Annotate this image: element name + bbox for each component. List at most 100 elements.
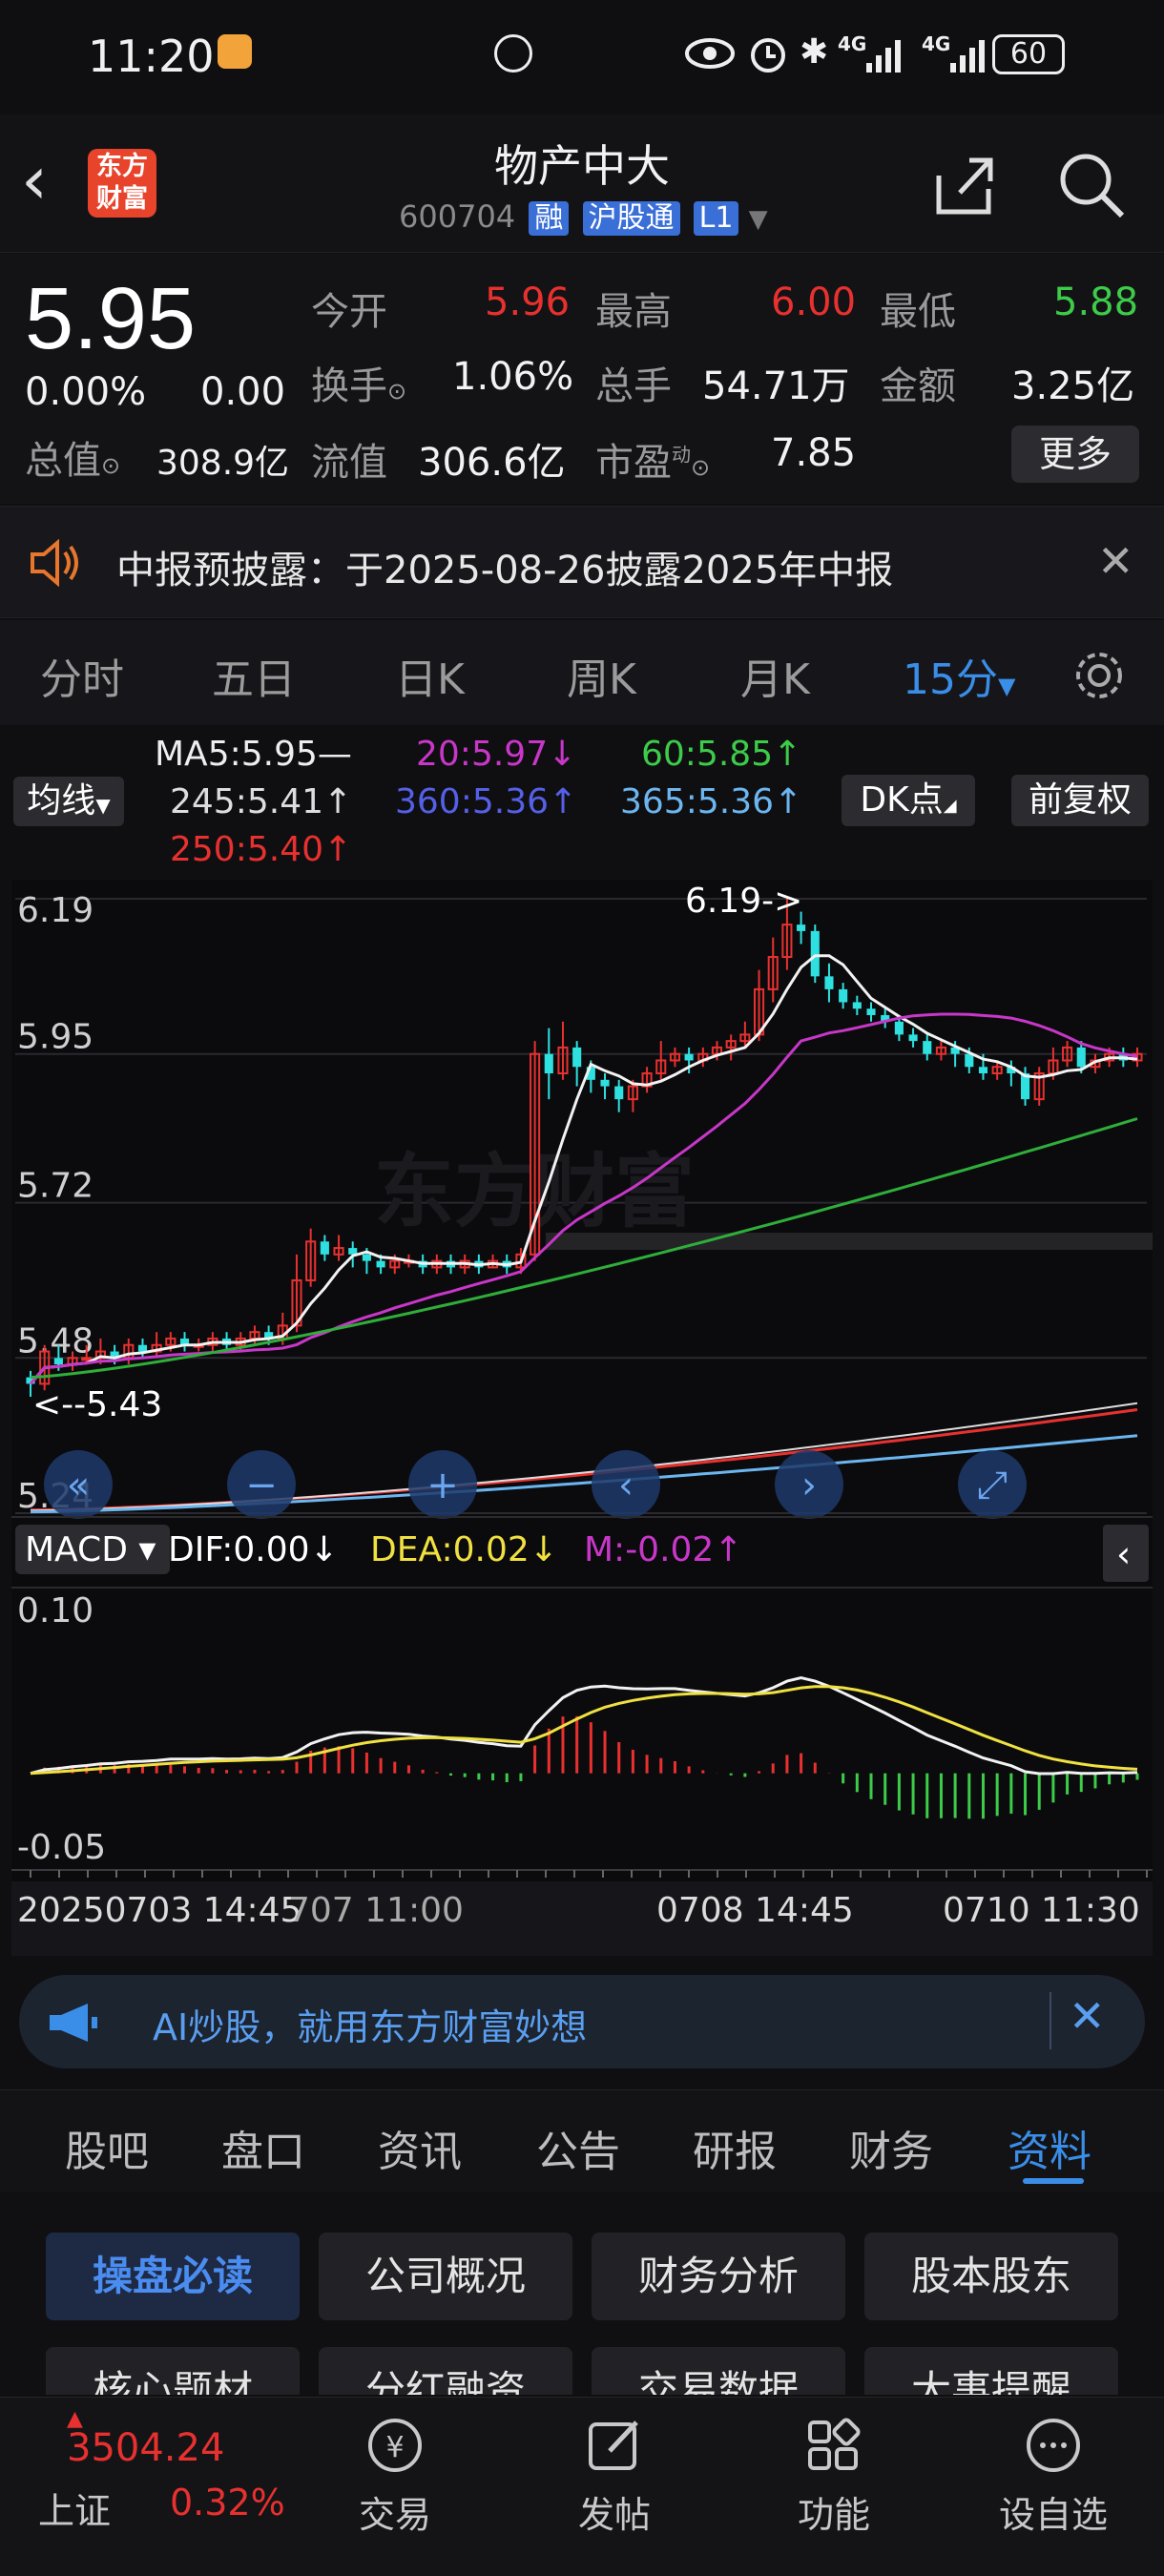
- expand-icon[interactable]: ⤢: [958, 1450, 1027, 1519]
- kline-svg[interactable]: 6.195.955.725.485.24东方财富6.19-><--5.43«−+…: [11, 880, 1153, 1956]
- low-annotation: <--5.43: [32, 1385, 162, 1424]
- ai-banner-text: AI炒股，就用东方财富妙想: [153, 2006, 588, 2048]
- candle-body: [978, 1067, 988, 1074]
- up-arrow-icon: ▲: [67, 2407, 83, 2431]
- candle-body: [923, 1041, 932, 1054]
- candle-body: [824, 976, 834, 989]
- control-glyph: −: [245, 1464, 278, 1507]
- zoom-out-icon[interactable]: −: [227, 1450, 296, 1519]
- shortcut-shareholders[interactable]: 股本股东: [864, 2233, 1118, 2320]
- bluetooth-icon: ✱: [800, 32, 829, 72]
- index-name[interactable]: 上证: [38, 2482, 111, 2534]
- shortcut-dividends[interactable]: 分红融资: [319, 2347, 572, 2395]
- tab-daily[interactable]: 日K: [395, 645, 465, 706]
- y-tick-label: 6.19: [17, 891, 94, 930]
- eye-icon: [685, 38, 735, 69]
- alarm-icon: [751, 38, 785, 73]
- app-notification-icon: [218, 34, 252, 69]
- stock-code: 600704: [399, 198, 516, 235]
- close-icon[interactable]: ✕: [1069, 1990, 1106, 2042]
- low-value: 5.88: [1053, 280, 1139, 324]
- megaphone-icon: [50, 2004, 97, 2042]
- candle-body: [684, 1053, 694, 1061]
- gear-icon[interactable]: [1070, 647, 1128, 704]
- price-band: [546, 1233, 1153, 1250]
- tab-5day[interactable]: 五日: [212, 645, 296, 706]
- shortcut-company-overview[interactable]: 公司概况: [319, 2233, 572, 2320]
- volume-label: 总手: [595, 364, 672, 408]
- network-4g-icon-2: 4G: [922, 32, 951, 55]
- index-value[interactable]: 3504.24: [67, 2426, 224, 2470]
- tab-guba[interactable]: 股吧: [65, 2117, 149, 2178]
- nav-functions[interactable]: 功能: [758, 2415, 910, 2538]
- adjust-button[interactable]: 前复权: [1011, 775, 1149, 826]
- nav-post[interactable]: 发帖: [538, 2415, 691, 2538]
- pe-value: 7.85: [771, 431, 857, 475]
- tab-finance[interactable]: 财务: [849, 2117, 933, 2178]
- chevron-down-icon[interactable]: ▼: [749, 205, 768, 234]
- macd-selector-label: MACD ▾: [25, 1530, 156, 1569]
- candle-body: [362, 1254, 371, 1261]
- candle-body: [810, 930, 820, 977]
- candle-body: [797, 924, 806, 931]
- tab-pankou[interactable]: 盘口: [221, 2117, 305, 2178]
- candle-body: [866, 1008, 876, 1016]
- change-pct: 0.00%: [25, 370, 147, 414]
- tab-weekly[interactable]: 周K: [567, 645, 636, 706]
- high-value: 6.00: [771, 280, 857, 324]
- tab-monthly[interactable]: 月K: [740, 645, 810, 706]
- zoom-in-icon[interactable]: +: [408, 1450, 477, 1519]
- tab-announcements[interactable]: 公告: [536, 2117, 620, 2178]
- candle-body: [965, 1053, 974, 1068]
- close-icon[interactable]: ✕: [1097, 535, 1134, 587]
- shortcut-trade-data[interactable]: 交易数据: [592, 2347, 845, 2395]
- network-4g-icon: 4G: [838, 32, 867, 55]
- ma360-text: 360:5.36↑: [395, 782, 578, 821]
- chevron-left-icon: ‹: [1116, 1533, 1131, 1575]
- stock-header: ‹ 东方 财富 物产中大 600704 融 沪股通 L1 ▼: [0, 114, 1164, 253]
- share-icon[interactable]: [925, 147, 1002, 223]
- next-icon[interactable]: ›: [775, 1450, 843, 1519]
- dk-point-button[interactable]: DK点◢: [842, 775, 975, 826]
- profile-shortcuts: 操盘必读 公司概况 财务分析 股本股东 核心题材 分红融资 交易数据 大事提醒: [0, 2194, 1164, 2395]
- candle-body: [839, 988, 848, 1003]
- chart-background: [11, 880, 1153, 1956]
- candle-body: [600, 1079, 610, 1087]
- open-value: 5.96: [485, 280, 571, 324]
- shortcut-trading-must-read[interactable]: 操盘必读: [46, 2233, 300, 2320]
- signal-icon-2: [950, 40, 985, 73]
- nav-trade[interactable]: ¥ 交易: [319, 2415, 471, 2538]
- index-change-pct[interactable]: 0.32%: [170, 2482, 285, 2524]
- rewind-icon[interactable]: «: [44, 1450, 113, 1519]
- quote-panel: 5.95 0.00% 0.00 总值⊙ 308.9亿 今开 5.96 最高 6.…: [0, 254, 1164, 504]
- candle-body: [544, 1053, 553, 1074]
- dea-text: DEA:0.02↓: [370, 1530, 558, 1569]
- last-price: 5.95: [25, 270, 197, 367]
- tab-intraday[interactable]: 分时: [40, 645, 124, 706]
- x-tick-label: 707 11:00: [288, 1891, 464, 1930]
- candle-body: [572, 1047, 582, 1068]
- yen-coin-icon: ¥: [368, 2419, 422, 2472]
- prev-icon[interactable]: ‹: [592, 1450, 660, 1519]
- tab-research[interactable]: 研报: [693, 2117, 777, 2178]
- tab-profile[interactable]: 资料: [1008, 2117, 1091, 2178]
- shortcut-events[interactable]: 大事提醒: [864, 2347, 1118, 2395]
- ai-banner[interactable]: AI炒股，就用东方财富妙想 ✕: [19, 1975, 1145, 2068]
- notice-bar[interactable]: 中报预披露：于2025-08-26披露2025年中报 ✕: [0, 506, 1164, 618]
- more-button[interactable]: 更多: [1011, 426, 1139, 483]
- ma-selector[interactable]: 均线▼: [13, 777, 124, 826]
- pe-label: 市盈动⊙: [595, 441, 711, 485]
- shortcut-core-themes[interactable]: 核心题材: [46, 2347, 300, 2395]
- dif-text: DIF:0.00↓: [168, 1530, 339, 1569]
- x-tick-label: 0710 11:30: [943, 1891, 1140, 1930]
- tab-15min[interactable]: 15分▼: [903, 645, 1015, 706]
- search-icon[interactable]: [1053, 147, 1130, 223]
- open-label: 今开: [311, 290, 387, 334]
- kline-chart[interactable]: 6.195.955.725.485.24东方财富6.19-><--5.43«−+…: [11, 880, 1153, 1956]
- tab-news[interactable]: 资讯: [378, 2117, 462, 2178]
- float-value: 306.6亿: [418, 441, 566, 485]
- candle-body: [137, 1344, 148, 1352]
- ma20-text: 20:5.97↓: [416, 735, 577, 774]
- nav-add-watchlist[interactable]: 设自选: [977, 2415, 1130, 2538]
- shortcut-financial-analysis[interactable]: 财务分析: [592, 2233, 845, 2320]
